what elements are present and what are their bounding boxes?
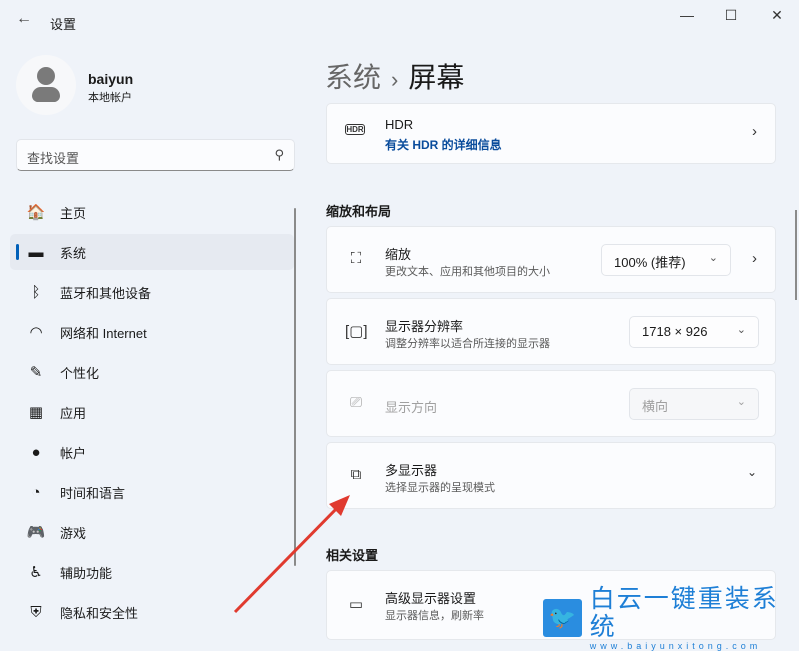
- orientation-value: 横向: [642, 399, 669, 414]
- account-type: 本地帐户: [88, 92, 132, 104]
- sidebar-item-label: 蓝牙和其他设备: [60, 285, 152, 301]
- resolution-card: [▢] 显示器分辨率 调整分辨率以适合所连接的显示器 1718 × 926 ⌄: [326, 298, 776, 365]
- sidebar-item-7[interactable]: ◔ 时间和语言: [10, 474, 294, 510]
- breadcrumb-parent[interactable]: 系统: [325, 62, 381, 93]
- chevron-down-icon: ⌄: [736, 324, 746, 336]
- search-placeholder: 查找设置: [27, 151, 80, 166]
- section-heading: 相关设置: [326, 548, 379, 563]
- sidebar-item-label: 时间和语言: [60, 485, 126, 501]
- monitor-icon: ▭: [348, 596, 364, 613]
- sidebar-item-10[interactable]: ⛨ 隐私和安全性: [10, 594, 294, 630]
- resolution-title: 显示器分辨率: [385, 319, 464, 334]
- gamepad-icon: 🎮: [26, 524, 46, 541]
- section-heading: 缩放和布局: [326, 204, 392, 219]
- bird-icon: 🐦: [543, 599, 582, 637]
- watermark-url: www.baiyunxitong.com: [589, 641, 762, 651]
- resolution-icon: [▢]: [345, 323, 368, 340]
- main-scrollbar[interactable]: [795, 210, 797, 300]
- user-name: baiyun: [88, 71, 134, 87]
- multi-display-icon: ⧉: [350, 466, 362, 483]
- sidebar-item-4[interactable]: ✎ 个性化: [10, 354, 294, 390]
- multi-display-title: 多显示器: [385, 463, 438, 478]
- resolution-desc: 调整分辨率以适合所连接的显示器: [385, 338, 550, 350]
- breadcrumb-separator: ›: [391, 67, 399, 92]
- shield-icon: ⛨: [30, 603, 42, 621]
- sidebar-item-0[interactable]: 🏠 主页: [10, 194, 294, 230]
- account-icon: ●: [31, 443, 41, 461]
- scale-desc: 更改文本、应用和其他项目的大小: [385, 266, 550, 278]
- maximize-button[interactable]: ☐: [716, 4, 746, 26]
- sidebar-item-9[interactable]: ♿ 辅助功能: [10, 554, 294, 590]
- sidebar-item-2[interactable]: ᛒ 蓝牙和其他设备: [10, 274, 294, 310]
- hdr-icon: HDR: [345, 124, 365, 135]
- sidebar-item-label: 个性化: [60, 365, 100, 381]
- globe-clock-icon: ◔: [31, 483, 41, 501]
- hdr-title: HDR: [385, 117, 414, 132]
- chevron-down-icon: ⌄: [708, 252, 718, 264]
- hdr-link[interactable]: 有关 HDR 的详细信息: [385, 136, 502, 153]
- sidebar-item-label: 帐户: [60, 445, 87, 461]
- watermark-brand: 白云一键重装系统: [589, 585, 779, 641]
- bluetooth-icon: ᛒ: [31, 283, 41, 301]
- sidebar-item-8[interactable]: 🎮 游戏: [10, 514, 294, 550]
- back-button[interactable]: ←: [16, 10, 32, 28]
- sidebar-item-1[interactable]: ▬ 系统: [10, 234, 294, 270]
- accessibility-icon: ♿: [29, 564, 43, 581]
- page-title: 屏幕: [408, 62, 465, 93]
- sidebar-item-6[interactable]: ● 帐户: [10, 434, 294, 470]
- avatar[interactable]: [16, 55, 76, 115]
- home-icon: 🏠: [26, 204, 46, 221]
- sidebar-scrollbar[interactable]: [294, 208, 296, 566]
- orientation-card: ⎚ 显示方向 横向 ⌄: [326, 370, 776, 437]
- sidebar-item-label: 系统: [60, 245, 87, 261]
- scale-card[interactable]: ⛶ 缩放 更改文本、应用和其他项目的大小 100% (推荐) ⌄ ›: [326, 226, 776, 293]
- orientation-icon: ⎚: [349, 394, 362, 411]
- scale-value: 100% (推荐): [614, 255, 686, 270]
- chevron-right-icon: ›: [752, 123, 757, 140]
- watermark-logo: 🐦 白云一键重装系统 www.baiyunxitong.com: [543, 585, 799, 651]
- multi-display-card[interactable]: ⧉ 多显示器 选择显示器的呈现模式 ⌄: [326, 442, 776, 509]
- selection-indicator: [16, 244, 19, 260]
- search-input[interactable]: 查找设置 ⚲: [16, 139, 295, 171]
- close-button[interactable]: ✕: [762, 4, 792, 26]
- advanced-display-title: 高级显示器设置: [385, 591, 477, 606]
- sidebar-item-label: 隐私和安全性: [60, 605, 139, 621]
- minimize-button[interactable]: —: [672, 4, 702, 26]
- sidebar-item-label: 游戏: [60, 525, 87, 541]
- breadcrumb: 系统 › 屏幕: [325, 56, 464, 96]
- sidebar-item-label: 网络和 Internet: [60, 325, 147, 341]
- chevron-down-icon[interactable]: ⌄: [747, 465, 757, 479]
- chevron-right-icon: ›: [752, 250, 757, 267]
- scale-dropdown[interactable]: 100% (推荐) ⌄: [601, 244, 731, 276]
- orientation-dropdown[interactable]: 横向 ⌄: [629, 388, 759, 420]
- system-icon: ▬: [28, 243, 44, 261]
- brush-icon: ✎: [29, 364, 43, 381]
- sidebar-item-label: 应用: [60, 405, 87, 421]
- apps-icon: ▦: [28, 404, 44, 421]
- sidebar-item-3[interactable]: ◠ 网络和 Internet: [10, 314, 294, 350]
- window-title: 设置: [50, 17, 77, 32]
- scale-title: 缩放: [385, 247, 412, 262]
- multi-display-desc: 选择显示器的呈现模式: [385, 482, 495, 494]
- search-icon[interactable]: ⚲: [274, 147, 284, 163]
- resolution-value: 1718 × 926: [642, 324, 708, 339]
- orientation-title: 显示方向: [385, 400, 438, 415]
- scale-icon: ⛶: [350, 250, 362, 267]
- resolution-dropdown[interactable]: 1718 × 926 ⌄: [629, 316, 759, 348]
- wifi-icon: ◠: [29, 324, 43, 341]
- chevron-down-icon: ⌄: [736, 396, 746, 408]
- sidebar-item-label: 主页: [60, 205, 87, 221]
- sidebar-item-5[interactable]: ▦ 应用: [10, 394, 294, 430]
- advanced-display-desc: 显示器信息，刷新率: [385, 610, 484, 622]
- sidebar-item-label: 辅助功能: [60, 565, 113, 581]
- hdr-card[interactable]: HDR HDR 有关 HDR 的详细信息 ›: [326, 103, 776, 164]
